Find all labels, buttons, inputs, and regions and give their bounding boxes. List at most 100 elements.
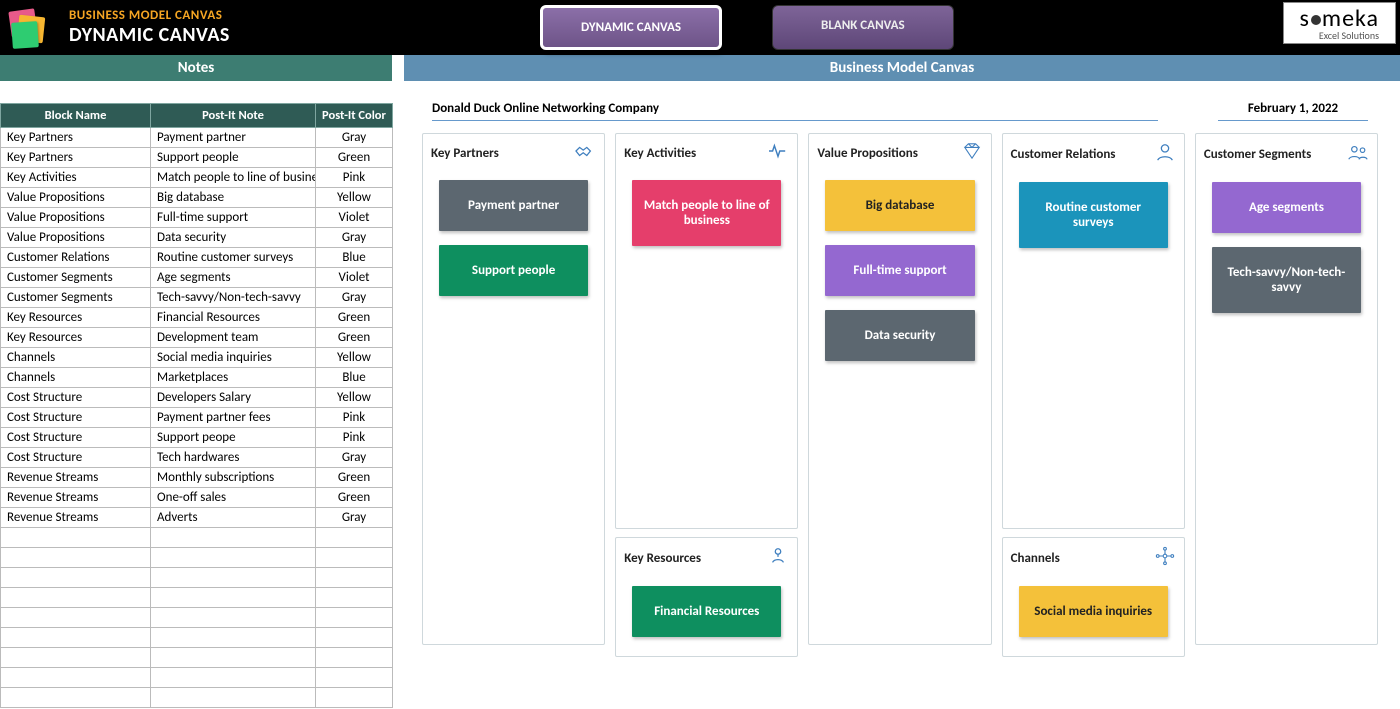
table-row[interactable]: Customer RelationsRoutine customer surve… [1,248,393,268]
table-row-empty[interactable] [1,688,393,708]
postit[interactable]: Tech-savvy/Non-tech-savvy [1212,247,1361,313]
cell-color[interactable]: Gray [316,128,393,148]
cell-color[interactable]: Green [316,308,393,328]
table-row-empty[interactable] [1,668,393,688]
table-row-empty[interactable] [1,648,393,668]
table-row[interactable]: Cost StructureTech hardwaresGray [1,448,393,468]
table-row[interactable]: Cost StructurePayment partner feesPink [1,408,393,428]
cell-block[interactable]: Cost Structure [1,408,151,428]
cell-block[interactable]: Customer Segments [1,288,151,308]
table-row[interactable]: Cost StructureDevelopers SalaryYellow [1,388,393,408]
table-row[interactable]: Key PartnersPayment partnerGray [1,128,393,148]
cell-color[interactable]: Gray [316,448,393,468]
cell-block[interactable]: Key Partners [1,148,151,168]
cell-color[interactable]: Violet [316,268,393,288]
cell-note[interactable]: Full-time support [151,208,316,228]
cell-block[interactable]: Value Propositions [1,208,151,228]
cell-color[interactable]: Gray [316,228,393,248]
cell-color[interactable]: Yellow [316,188,393,208]
cell-color[interactable]: Pink [316,408,393,428]
table-row[interactable]: Key PartnersSupport peopleGreen [1,148,393,168]
table-row[interactable]: Revenue StreamsAdvertsGray [1,508,393,528]
postit[interactable]: Routine customer surveys [1019,182,1168,248]
cell-color[interactable]: Yellow [316,388,393,408]
tab-dynamic-canvas[interactable]: DYNAMIC CANVAS [540,5,722,50]
cell-note[interactable]: Support peope [151,428,316,448]
cell-block[interactable]: Channels [1,368,151,388]
cell-note[interactable]: Monthly subscriptions [151,468,316,488]
cell-note[interactable]: Big database [151,188,316,208]
cell-note[interactable]: Payment partner [151,128,316,148]
cell-block[interactable]: Key Partners [1,128,151,148]
table-row-empty[interactable] [1,548,393,568]
cell-note[interactable]: Data security [151,228,316,248]
cell-color[interactable]: Pink [316,428,393,448]
postit[interactable]: Financial Resources [632,586,781,637]
postit[interactable]: Big database [825,180,974,231]
cell-color[interactable]: Pink [316,168,393,188]
cell-block[interactable]: Revenue Streams [1,508,151,528]
cell-color[interactable]: Blue [316,368,393,388]
cell-note[interactable]: Developers Salary [151,388,316,408]
table-row[interactable]: Customer SegmentsAge segmentsViolet [1,268,393,288]
cell-block[interactable]: Key Resources [1,308,151,328]
postit[interactable]: Support people [439,245,588,296]
table-row[interactable]: Key ResourcesDevelopment teamGreen [1,328,393,348]
cell-block[interactable]: Channels [1,348,151,368]
table-row[interactable]: Key ActivitiesMatch people to line of bu… [1,168,393,188]
table-row[interactable]: Value PropositionsFull-time supportViole… [1,208,393,228]
cell-note[interactable]: Tech-savvy/Non-tech-savvy [151,288,316,308]
table-row-empty[interactable] [1,568,393,588]
block-key-resources[interactable]: Key Resources Financial Resources [615,537,798,657]
cell-color[interactable]: Blue [316,248,393,268]
cell-block[interactable]: Customer Segments [1,268,151,288]
table-row[interactable]: Cost StructureSupport peopePink [1,428,393,448]
postit[interactable]: Payment partner [439,180,588,231]
cell-color[interactable]: Green [316,468,393,488]
table-row-empty[interactable] [1,588,393,608]
table-row[interactable]: Key ResourcesFinancial ResourcesGreen [1,308,393,328]
block-key-activities[interactable]: Key Activities Match people to line of b… [615,133,798,529]
table-row[interactable]: ChannelsSocial media inquiriesYellow [1,348,393,368]
table-row[interactable]: Value PropositionsData securityGray [1,228,393,248]
cell-note[interactable]: Routine customer surveys [151,248,316,268]
cell-block[interactable]: Key Activities [1,168,151,188]
cell-block[interactable]: Value Propositions [1,228,151,248]
cell-color[interactable]: Green [316,328,393,348]
cell-color[interactable]: Gray [316,508,393,528]
cell-note[interactable]: One-off sales [151,488,316,508]
table-row[interactable]: Customer SegmentsTech-savvy/Non-tech-sav… [1,288,393,308]
table-row[interactable]: Revenue StreamsMonthly subscriptionsGree… [1,468,393,488]
cell-note[interactable]: Match people to line of business [151,168,316,188]
postit[interactable]: Social media inquiries [1019,586,1168,637]
table-row[interactable]: ChannelsMarketplacesBlue [1,368,393,388]
table-row[interactable]: Value PropositionsBig databaseYellow [1,188,393,208]
block-key-partners[interactable]: Key Partners Payment partnerSupport peop… [422,133,605,645]
cell-block[interactable]: Value Propositions [1,188,151,208]
cell-note[interactable]: Payment partner fees [151,408,316,428]
cell-block[interactable]: Revenue Streams [1,488,151,508]
cell-note[interactable]: Development team [151,328,316,348]
cell-color[interactable]: Yellow [316,348,393,368]
postit[interactable]: Data security [825,310,974,361]
postit[interactable]: Age segments [1212,182,1361,233]
table-row-empty[interactable] [1,528,393,548]
table-row-empty[interactable] [1,628,393,648]
table-row-empty[interactable] [1,608,393,628]
cell-note[interactable]: Tech hardwares [151,448,316,468]
cell-block[interactable]: Cost Structure [1,448,151,468]
cell-block[interactable]: Revenue Streams [1,468,151,488]
cell-note[interactable]: Social media inquiries [151,348,316,368]
cell-color[interactable]: Green [316,148,393,168]
block-customer-relations[interactable]: Customer Relations Routine customer surv… [1002,133,1185,529]
block-customer-segments[interactable]: Customer Segments Age segmentsTech-savvy… [1195,133,1378,645]
tab-blank-canvas[interactable]: BLANK CANVAS [772,5,954,50]
postit[interactable]: Full-time support [825,245,974,296]
cell-block[interactable]: Key Resources [1,328,151,348]
table-row[interactable]: Revenue StreamsOne-off salesGreen [1,488,393,508]
block-channels[interactable]: Channels Social media inquiries [1002,537,1185,657]
block-value-propositions[interactable]: Value Propositions Big databaseFull-time… [808,133,991,645]
cell-color[interactable]: Gray [316,288,393,308]
cell-note[interactable]: Marketplaces [151,368,316,388]
cell-block[interactable]: Customer Relations [1,248,151,268]
